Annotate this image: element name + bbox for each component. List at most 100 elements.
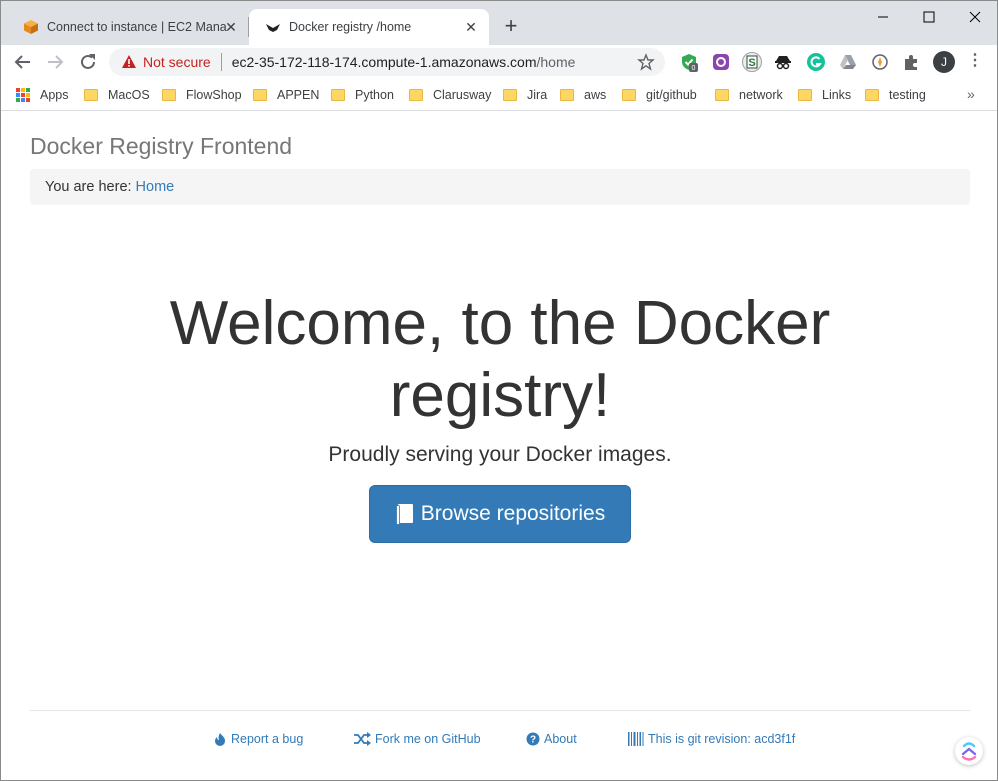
folder-icon (715, 89, 729, 101)
svg-text:S: S (748, 57, 755, 69)
footer-git-revision: This is git revision: acd3f1f (628, 732, 795, 746)
spy-extension-icon[interactable] (773, 52, 793, 72)
browser-window: Connect to instance | EC2 Manag ✕ Docker… (0, 0, 998, 781)
bookmark-jira[interactable]: Jira (503, 86, 547, 104)
maximize-icon[interactable] (913, 5, 945, 29)
url-host: ec2-35-172-118-174.compute-1.amazonaws.c… (231, 54, 537, 70)
bookmark-aws[interactable]: aws (560, 86, 606, 104)
folder-icon (865, 89, 879, 101)
folder-icon (331, 89, 345, 101)
bookmark-label: Apps (40, 88, 69, 102)
bookmark-git-github[interactable]: git/github (622, 86, 697, 104)
back-arrow-icon[interactable] (11, 50, 35, 74)
extension-badge: 0 (692, 65, 696, 72)
window-close-icon[interactable] (959, 5, 991, 29)
grammarly-icon[interactable] (806, 52, 826, 72)
s-extension-icon[interactable]: S (742, 52, 762, 72)
breadcrumb: You are here: Home (30, 169, 970, 205)
not-secure-label[interactable]: Not secure (143, 54, 211, 70)
close-tab-icon[interactable]: ✕ (223, 19, 239, 35)
docker-registry-icon (266, 24, 280, 32)
welcome-heading: Welcome, to the Docker registry! (169, 289, 831, 430)
shield-check-extension-icon[interactable]: 0 (679, 52, 699, 72)
bookmark-flowshop[interactable]: FlowShop (162, 86, 242, 104)
bookmark-label: APPEN (277, 88, 320, 102)
bookmark-label: FlowShop (186, 88, 242, 102)
tab-strip: Connect to instance | EC2 Manag ✕ Docker… (1, 1, 997, 45)
gradient-extension-icon[interactable] (711, 52, 731, 72)
puzzle-extensions-icon[interactable] (901, 52, 921, 72)
minimize-icon[interactable] (867, 5, 899, 29)
bookmark-label: network (739, 88, 783, 102)
browser-toolbar: Not secure ec2-35-172-118-174.compute-1.… (1, 45, 997, 79)
bookmark-network[interactable]: network (715, 86, 783, 104)
folder-icon (560, 89, 574, 101)
footer-divider (30, 710, 970, 711)
footer-fork-github-link[interactable]: Fork me on GitHub (353, 732, 481, 746)
folder-icon (622, 89, 636, 101)
tab-ec2-connect[interactable]: Connect to instance | EC2 Manag ✕ (9, 9, 249, 45)
browse-button-label: Browse repositories (420, 502, 606, 525)
bookmark-python[interactable]: Python (331, 86, 394, 104)
more-menu-icon[interactable]: ⋮ (967, 51, 983, 73)
bookmark-star-icon[interactable] (637, 53, 655, 71)
bookmarks-overflow-icon[interactable]: » (967, 86, 975, 102)
apps-grid-icon (16, 88, 30, 102)
book-icon (395, 504, 413, 525)
omnibox-divider (220, 53, 222, 71)
browse-repositories-button[interactable]: Browse repositories (369, 485, 631, 543)
git-revision-label: This is git revision: acd3f1f (648, 732, 796, 746)
tab-title: Docker registry /home (289, 20, 412, 34)
bookmark-macos[interactable]: MacOS (84, 86, 150, 104)
bookmark-label: Links (822, 88, 852, 102)
address-bar[interactable]: Not secure ec2-35-172-118-174.compute-1.… (109, 48, 665, 76)
close-tab-icon[interactable]: ✕ (463, 19, 479, 35)
barcode-icon (628, 732, 644, 746)
folder-icon (798, 89, 812, 101)
bookmark-label: Python (355, 88, 394, 102)
navbar-brand[interactable]: Docker Registry Frontend (30, 133, 292, 160)
breadcrumb-prefix: You are here: (45, 179, 132, 195)
bookmark-label: Clarusway (433, 88, 492, 102)
tab-docker-registry[interactable]: Docker registry /home ✕ (249, 9, 489, 45)
bookmark-links[interactable]: Links (798, 86, 851, 104)
folder-icon (253, 89, 267, 101)
page-content: Docker Registry Frontend You are here: H… (1, 112, 997, 780)
warning-icon (122, 55, 136, 68)
bookmark-label: testing (889, 88, 926, 102)
folder-icon (84, 89, 98, 101)
profile-avatar[interactable]: J (933, 51, 955, 73)
footer-about-link[interactable]: ? About (526, 732, 577, 746)
drive-icon[interactable] (838, 52, 858, 72)
bookmark-label: aws (584, 88, 607, 102)
fork-github-label: Fork me on GitHub (375, 732, 481, 746)
about-label: About (544, 732, 577, 746)
bookmark-label: git/github (646, 88, 697, 102)
folder-icon (503, 89, 517, 101)
compass-extension-icon[interactable] (870, 52, 890, 72)
svg-text:?: ? (530, 735, 536, 746)
bookmarks-bar: Apps MacOS FlowShop APPEN Python Clarusw… (1, 79, 997, 111)
bookmark-apps[interactable]: Apps (16, 86, 69, 104)
report-bug-label: Report a bug (231, 732, 304, 746)
folder-icon (162, 89, 176, 101)
footer-report-bug-link[interactable]: Report a bug (213, 732, 303, 746)
aws-box-icon (24, 20, 38, 34)
bookmark-label: MacOS (108, 88, 150, 102)
bookmark-clarusway[interactable]: Clarusway (409, 86, 491, 104)
forward-arrow-icon[interactable] (43, 50, 67, 74)
shuffle-icon (354, 732, 371, 746)
bookmark-appen[interactable]: APPEN (253, 86, 319, 104)
bookmark-label: Jira (527, 88, 548, 102)
fire-icon (215, 733, 225, 746)
url-path: /home (536, 54, 576, 70)
tab-title: Connect to instance | EC2 Manag (47, 20, 227, 34)
bookmark-testing[interactable]: testing (865, 86, 926, 104)
clickup-widget-icon[interactable] (955, 737, 983, 765)
breadcrumb-home-link[interactable]: Home (136, 179, 175, 195)
tagline: Proudly serving your Docker images. (328, 443, 672, 466)
new-tab-button[interactable]: + (499, 15, 523, 39)
folder-icon (409, 89, 423, 101)
question-circle-icon: ? (526, 732, 540, 746)
reload-icon[interactable] (76, 50, 100, 74)
